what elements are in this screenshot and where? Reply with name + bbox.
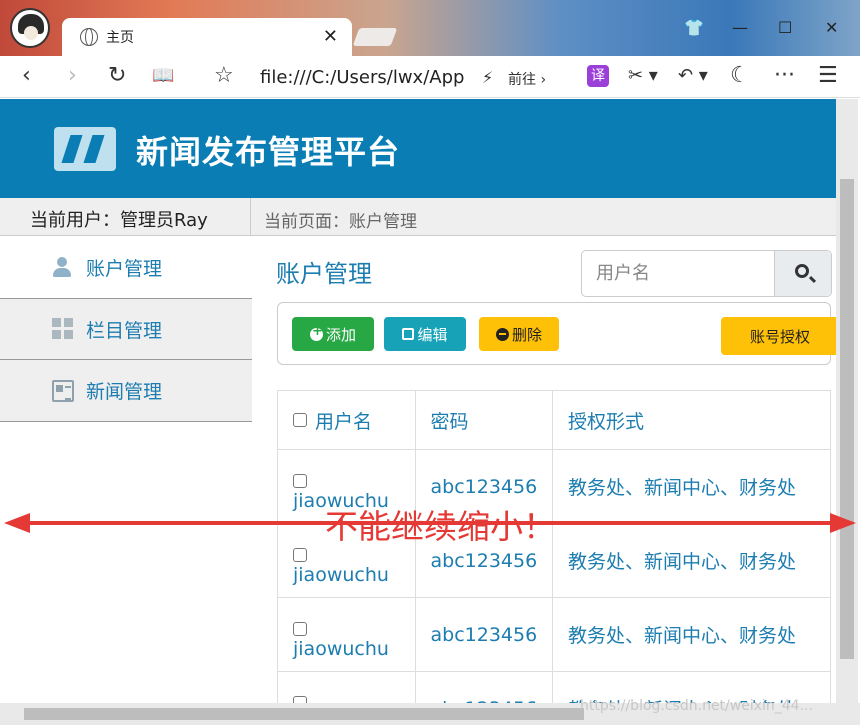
- tab-close-button[interactable]: ✕: [323, 26, 338, 47]
- sidebar-item-accounts[interactable]: 账户管理: [0, 236, 252, 298]
- url-text[interactable]: file:///C:/Users/lwx/App: [260, 67, 464, 88]
- sidebar: 账户管理 栏目管理 新闻管理: [0, 236, 252, 422]
- watermark: https://blog.csdn.net/weixin_44...: [580, 698, 813, 714]
- search-input[interactable]: [582, 251, 774, 296]
- search-button[interactable]: [774, 251, 831, 296]
- menu-icon[interactable]: ☰: [818, 62, 838, 90]
- globe-icon: [80, 28, 98, 46]
- sidebar-item-news[interactable]: 新闻管理: [0, 360, 252, 422]
- undo-icon[interactable]: ↶ ▾: [678, 62, 708, 90]
- cell-password: abc123456: [416, 672, 554, 703]
- app-header: 新闻发布管理平台: [0, 99, 836, 198]
- divider: [250, 198, 251, 236]
- edit-button[interactable]: 编辑: [384, 317, 466, 351]
- scissors-icon[interactable]: ✂ ▾: [628, 62, 658, 90]
- header-username: 用户名: [278, 391, 416, 449]
- sidebar-item-label: 账户管理: [86, 257, 163, 280]
- page-title: 账户管理: [276, 260, 372, 288]
- authorize-button[interactable]: 账号授权: [721, 317, 836, 355]
- browser-titlebar: 主页 ✕ 👕 — ☐ ✕: [0, 0, 860, 56]
- lightning-icon: ⚡: [482, 68, 494, 87]
- authorize-button-label: 账号授权: [749, 327, 810, 346]
- delete-button[interactable]: 删除: [479, 317, 559, 351]
- table-header-row: 用户名 密码 授权形式: [278, 391, 830, 450]
- add-button-label: 添加: [325, 325, 356, 344]
- cell-password: abc123456: [416, 598, 554, 671]
- plus-circle-icon: [309, 324, 323, 341]
- username-text: jiaowuchu: [293, 637, 389, 660]
- reader-mode-icon[interactable]: 📖: [152, 62, 174, 90]
- info-bar: 当前用户：管理员Ray 当前页面：账户管理: [0, 198, 836, 236]
- current-user: 当前用户：管理员Ray: [30, 210, 208, 231]
- address-bar: ‹ › ↻ 📖 ☆ file:///C:/Users/lwx/App ⚡ 前往 …: [0, 56, 860, 98]
- refresh-button[interactable]: ↻: [108, 62, 126, 90]
- forward-button[interactable]: ›: [68, 62, 77, 90]
- newspaper-icon: [52, 379, 74, 402]
- grid-icon: [52, 318, 74, 340]
- action-toolbar: 添加 编辑 删除 账号授权: [277, 302, 836, 365]
- new-tab-button[interactable]: [352, 28, 398, 46]
- profile-avatar[interactable]: [10, 8, 50, 48]
- app-title: 新闻发布管理平台: [136, 133, 401, 171]
- browser-tab[interactable]: 主页 ✕: [62, 18, 352, 56]
- header-password: 密码: [416, 391, 554, 449]
- table-body: jiaowuchu abc123456 教务处、新闻中心、财务处 jiaowuchu a…: [278, 450, 830, 703]
- cell-username: jiaowuchu: [278, 672, 416, 703]
- current-page: 当前页面：账户管理: [264, 212, 417, 232]
- goto-button[interactable]: 前往 ›: [508, 69, 546, 89]
- row-checkbox[interactable]: [293, 621, 307, 636]
- row-checkbox[interactable]: [293, 473, 307, 488]
- minimize-button[interactable]: —: [732, 18, 748, 37]
- night-mode-icon[interactable]: ☾: [730, 62, 750, 90]
- cell-auth: 教务处、新闻中心、财务处: [568, 625, 797, 647]
- add-button[interactable]: 添加: [292, 317, 374, 351]
- table-row[interactable]: jiaowuchu abc123456 教务处、新闻中心、财务处: [278, 598, 830, 672]
- sidebar-item-label: 栏目管理: [86, 319, 163, 342]
- delete-button-label: 删除: [511, 325, 542, 344]
- minus-circle-icon: [495, 327, 509, 341]
- web-page: 新闻发布管理平台 当前用户：管理员Ray 当前页面：账户管理 账户管理 栏目管理…: [0, 99, 836, 703]
- header-auth: 授权形式: [568, 410, 645, 433]
- close-window-button[interactable]: ✕: [825, 18, 838, 37]
- more-icon[interactable]: ···: [774, 62, 795, 90]
- sidebar-item-columns[interactable]: 栏目管理: [0, 298, 252, 360]
- tab-title: 主页: [106, 30, 134, 46]
- maximize-button[interactable]: ☐: [778, 18, 792, 37]
- username-text: jiaowuchu: [293, 563, 389, 586]
- header-label: 用户名: [315, 410, 373, 433]
- shirt-icon[interactable]: 👕: [684, 18, 704, 37]
- hscroll-thumb[interactable]: [24, 708, 584, 720]
- select-all-checkbox[interactable]: [293, 413, 307, 427]
- search-box: [581, 250, 832, 297]
- search-icon: [795, 264, 809, 278]
- row-checkbox[interactable]: [293, 695, 307, 703]
- annotation-text: 不能继续缩小！: [325, 507, 556, 546]
- row-checkbox[interactable]: [293, 547, 307, 562]
- scroll-thumb[interactable]: [840, 179, 854, 659]
- sidebar-item-label: 新闻管理: [86, 381, 163, 403]
- translate-button[interactable]: 译: [587, 65, 609, 87]
- favorite-star-icon[interactable]: ☆: [214, 62, 234, 90]
- cell-username: jiaowuchu: [278, 598, 416, 671]
- user-icon: [52, 256, 74, 278]
- app-logo: [54, 127, 116, 171]
- vertical-scrollbar[interactable]: [836, 99, 858, 703]
- back-button[interactable]: ‹: [22, 62, 31, 90]
- edit-button-label: 编辑: [417, 325, 448, 344]
- edit-icon: [402, 328, 415, 340]
